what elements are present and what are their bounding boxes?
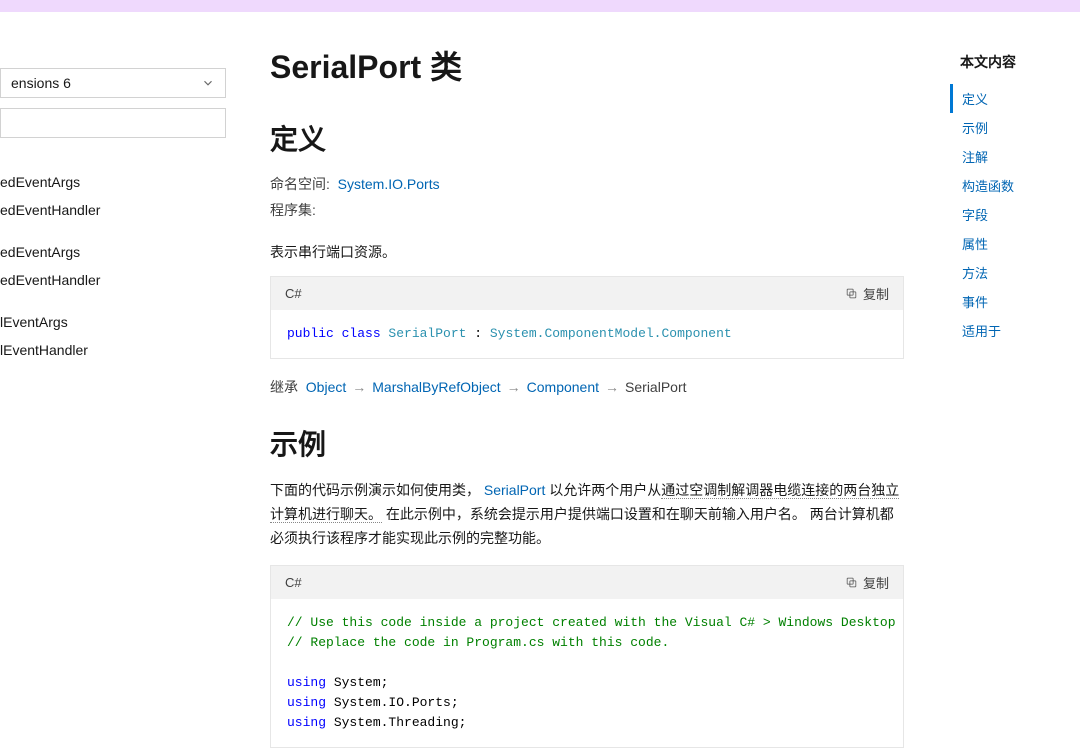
namespace-link[interactable]: System.IO.Ports: [338, 176, 440, 192]
arrow-icon: →: [605, 379, 619, 395]
sidebar-item[interactable]: lEventHandler: [0, 336, 226, 364]
code-block-example: C# 复制 // Use this code inside a project …: [270, 565, 904, 748]
serialport-link[interactable]: SerialPort: [484, 482, 545, 498]
toc-item[interactable]: 事件: [950, 287, 1070, 316]
code-lang-label: C#: [285, 286, 302, 301]
toc-item[interactable]: 定义: [950, 84, 1070, 113]
sidebar-item[interactable]: edEventHandler: [0, 266, 226, 294]
code-header: C# 复制: [271, 277, 903, 310]
inherit-link[interactable]: MarshalByRefObject: [372, 379, 500, 395]
table-of-contents: 本文内容 定义示例注解构造函数字段属性方法事件适用于: [940, 12, 1080, 629]
page-title: SerialPort 类: [270, 42, 904, 88]
namespace-row: 命名空间: System.IO.Ports: [270, 174, 904, 194]
code-block-signature: C# 复制 public class SerialPort : System.C…: [270, 276, 904, 359]
toc-item[interactable]: 构造函数: [950, 171, 1070, 200]
version-selector[interactable]: ensions 6: [0, 68, 226, 98]
summary-text: 表示串行端口资源。: [270, 242, 904, 262]
heading-example: 示例: [270, 423, 904, 463]
copy-button[interactable]: 复制: [845, 284, 889, 303]
main-content: SerialPort 类 定义 命名空间: System.IO.Ports 程序…: [234, 12, 940, 629]
sidebar-item[interactable]: edEventArgs: [0, 168, 226, 196]
toc-title: 本文内容: [950, 52, 1070, 72]
sidebar-search-input[interactable]: [0, 108, 226, 138]
code-lang-label: C#: [285, 575, 302, 590]
inheritance-chain: 继承 Object → MarshalByRefObject → Component → S…: [270, 377, 904, 397]
arrow-icon: →: [507, 379, 521, 395]
inherit-link[interactable]: Component: [527, 379, 599, 395]
notice-banner: [0, 0, 1080, 12]
toc-item[interactable]: 示例: [950, 113, 1070, 142]
toc-item[interactable]: 方法: [950, 258, 1070, 287]
copy-icon: [845, 287, 858, 300]
sidebar-item[interactable]: lEventArgs: [0, 308, 226, 336]
arrow-icon: →: [352, 379, 366, 395]
chevron-down-icon: [201, 76, 215, 90]
code-body: public class SerialPort : System.Compone…: [271, 310, 903, 358]
inherit-label: 继承: [270, 379, 298, 395]
sidebar-item[interactable]: edEventHandler: [0, 196, 226, 224]
sidebar: ensions 6 edEventArgsedEventHandleredEve…: [0, 12, 234, 629]
namespace-label: 命名空间:: [270, 176, 330, 192]
example-paragraph: 下面的代码示例演示如何使用类， SerialPort 以允许两个用户从通过空调制…: [270, 479, 904, 550]
copy-icon: [845, 576, 858, 589]
copy-button[interactable]: 复制: [845, 573, 889, 592]
assembly-row: 程序集:: [270, 200, 904, 220]
sidebar-item[interactable]: edEventArgs: [0, 238, 226, 266]
copy-label: 复制: [863, 284, 889, 303]
inherit-link[interactable]: Object: [306, 379, 346, 395]
toc-item[interactable]: 字段: [950, 200, 1070, 229]
code-header: C# 复制: [271, 566, 903, 599]
toc-item[interactable]: 注解: [950, 142, 1070, 171]
page-layout: ensions 6 edEventArgsedEventHandleredEve…: [0, 12, 1080, 629]
toc-item[interactable]: 适用于: [950, 316, 1070, 345]
copy-label: 复制: [863, 573, 889, 592]
toc-item[interactable]: 属性: [950, 229, 1070, 258]
code-body: // Use this code inside a project create…: [271, 599, 903, 748]
inherit-final: SerialPort: [625, 379, 686, 395]
version-label: ensions 6: [11, 75, 71, 91]
heading-definition: 定义: [270, 118, 904, 158]
